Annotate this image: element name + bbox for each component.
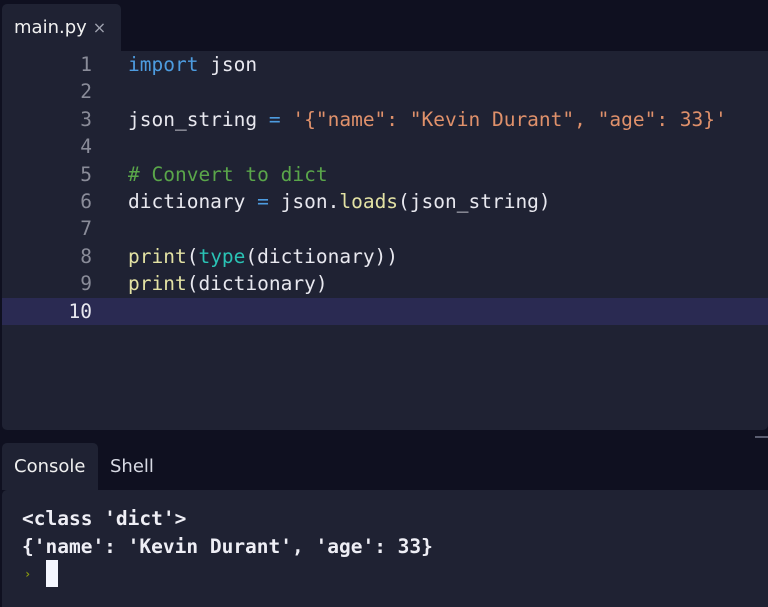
code-line: 9 print(dictionary)	[2, 270, 768, 297]
operator: =	[268, 107, 281, 131]
resize-handle[interactable]	[755, 436, 768, 438]
code-text: dictionary	[128, 190, 258, 213]
code-editor[interactable]: 1 import json 2 3 json_string = '{"name": …	[2, 51, 768, 430]
code-line: 5 # Convert to dict	[2, 161, 768, 188]
line-number: 7	[80, 217, 92, 241]
line-number: 4	[80, 135, 92, 159]
keyword: import	[128, 53, 199, 76]
tab-console[interactable]: Console	[2, 443, 98, 490]
code-line: 7	[2, 215, 768, 242]
code-text: (dictionary)	[186, 272, 328, 296]
line-number: 1	[80, 53, 92, 76]
code-line: 3 json_string = '{"name": "Kevin Durant",…	[2, 106, 768, 133]
code-text: (	[186, 244, 199, 268]
tab-label: main.py	[14, 17, 87, 38]
code-text: json_string	[128, 107, 269, 131]
tab-main-py[interactable]: main.py ×	[2, 4, 121, 51]
comment: # Convert to dict	[128, 162, 328, 186]
line-number: 3	[80, 107, 92, 131]
string-literal: '{"name": "Kevin Durant", "age": 33}'	[280, 107, 727, 131]
code-line: 1 import json	[2, 51, 768, 78]
line-number: 8	[80, 244, 92, 268]
console-line: {'name': 'Kevin Durant', 'age': 33}	[22, 535, 433, 558]
editor-tab-bar: main.py ×	[0, 0, 768, 51]
console-output[interactable]: <class 'dict'> {'name': 'Kevin Durant', …	[2, 490, 768, 607]
line-number: 2	[80, 80, 92, 104]
code-text: (json_string)	[398, 190, 551, 213]
operator: =	[257, 190, 269, 213]
function-name: loads	[339, 190, 399, 213]
console-tab-bar: Console Shell	[0, 443, 768, 490]
function-name: print	[128, 272, 187, 296]
code-line: 8 print(type(dictionary))	[2, 243, 768, 270]
line-number: 10	[68, 299, 92, 323]
active-code-line: 10	[2, 297, 768, 325]
tab-shell[interactable]: Shell	[98, 443, 166, 490]
line-number: 9	[80, 272, 92, 296]
line-number: 5	[80, 162, 92, 186]
console-line: <class 'dict'>	[22, 507, 187, 530]
code-text: json	[198, 53, 258, 76]
code-line: 6 dictionary = json.loads(json_string)	[2, 188, 768, 215]
function-name: print	[128, 244, 187, 268]
code-text: json.	[268, 190, 340, 213]
prompt-icon: ›	[24, 567, 32, 581]
text-cursor	[46, 560, 58, 587]
code-line: 4	[2, 133, 768, 160]
code-text: (dictionary))	[245, 244, 399, 268]
line-number: 6	[80, 190, 92, 213]
builtin: type	[198, 244, 246, 268]
close-icon[interactable]: ×	[93, 18, 106, 37]
code-line: 2	[2, 78, 768, 105]
